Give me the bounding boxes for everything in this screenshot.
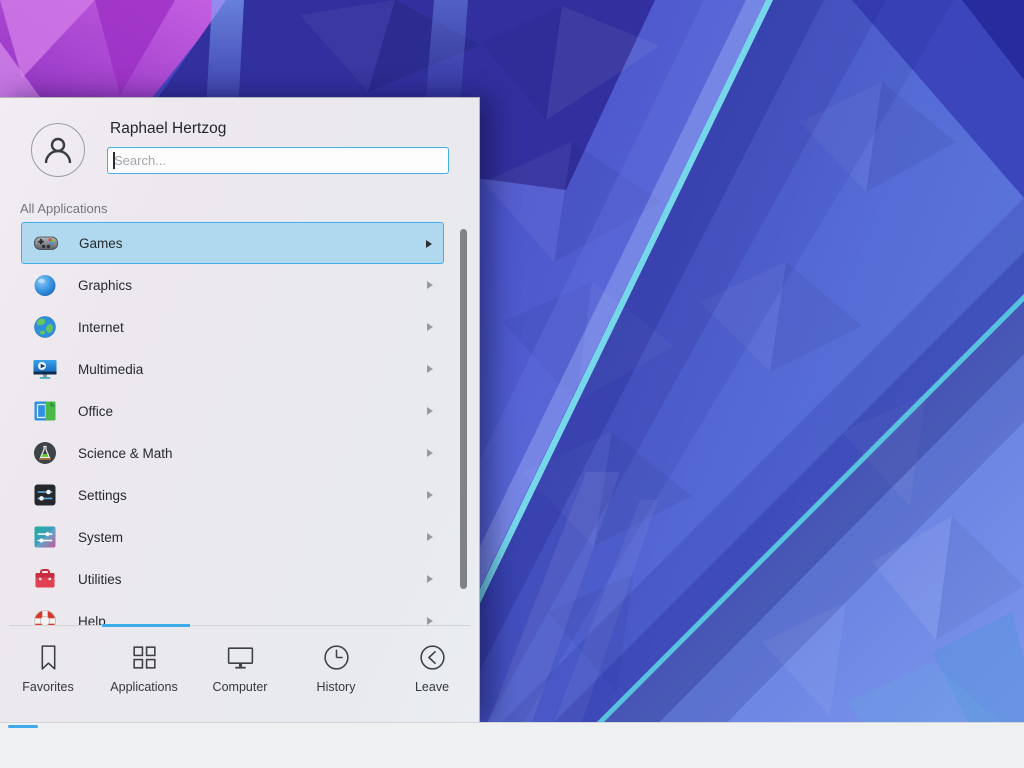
menu-item-internet[interactable]: Internet: [21, 306, 444, 348]
submenu-arrow-icon: [427, 365, 433, 373]
search-input[interactable]: [107, 147, 449, 174]
help-icon: [32, 608, 58, 625]
category-list: Games Graphics: [0, 222, 480, 625]
section-label: All Applications: [20, 201, 107, 216]
tab-label: Favorites: [22, 680, 73, 694]
tab-applications[interactable]: Applications: [96, 630, 192, 722]
tab-label: Applications: [110, 680, 177, 694]
menu-item-label: Internet: [78, 320, 124, 335]
tab-history[interactable]: History: [288, 630, 384, 722]
menu-item-label: Office: [78, 404, 113, 419]
menu-item-label: Settings: [78, 488, 127, 503]
menu-item-help[interactable]: Help: [21, 600, 444, 625]
taskbar-panel: ES 7:03 PM 4/24/21: [0, 722, 1024, 768]
menu-item-label: Games: [79, 236, 123, 251]
menu-item-utilities[interactable]: Utilities: [21, 558, 444, 600]
settings-icon: [32, 482, 58, 508]
menu-item-label: Graphics: [78, 278, 132, 293]
menu-item-label: Utilities: [78, 572, 122, 587]
submenu-arrow-icon: [427, 617, 433, 625]
list-scrollbar[interactable]: [460, 229, 467, 589]
submenu-arrow-icon: [427, 323, 433, 331]
tab-label: Computer: [213, 680, 268, 694]
tabbar-divider: [9, 625, 470, 626]
submenu-arrow-icon: [427, 533, 433, 541]
tab-label: Leave: [415, 680, 449, 694]
submenu-arrow-icon: [427, 281, 433, 289]
games-icon: [33, 230, 59, 256]
menu-item-games[interactable]: Games: [21, 222, 444, 264]
menu-item-multimedia[interactable]: Multimedia: [21, 348, 444, 390]
submenu-arrow-icon: [427, 575, 433, 583]
menu-item-label: Multimedia: [78, 362, 143, 377]
desktop: Raphael Hertzog All Applications: [0, 0, 1024, 768]
user-icon: [41, 133, 75, 167]
history-icon: [321, 642, 352, 673]
computer-icon: [225, 642, 256, 673]
submenu-arrow-icon: [426, 240, 432, 248]
menu-item-graphics[interactable]: Graphics: [21, 264, 444, 306]
submenu-arrow-icon: [427, 407, 433, 415]
graphics-icon: [32, 272, 58, 298]
office-icon: [32, 398, 58, 424]
user-avatar[interactable]: [31, 123, 85, 177]
utilities-icon: [32, 566, 58, 592]
tab-favorites[interactable]: Favorites: [0, 630, 96, 722]
science-icon: [32, 440, 58, 466]
user-name: Raphael Hertzog: [110, 120, 226, 138]
menu-item-system[interactable]: System: [21, 516, 444, 558]
launcher-tabbar: Favorites Applications Computer: [0, 630, 480, 722]
menu-item-science-math[interactable]: Science & Math: [21, 432, 444, 474]
tab-computer[interactable]: Computer: [192, 630, 288, 722]
leave-icon: [417, 642, 448, 673]
menu-item-office[interactable]: Office: [21, 390, 444, 432]
favorites-icon: [33, 642, 64, 673]
tab-leave[interactable]: Leave: [384, 630, 480, 722]
tab-label: History: [317, 680, 356, 694]
menu-item-label: Science & Math: [78, 446, 173, 461]
active-tab-indicator: [102, 624, 190, 627]
active-task-indicator: [8, 725, 38, 728]
internet-icon: [32, 314, 58, 340]
submenu-arrow-icon: [427, 449, 433, 457]
text-caret: [113, 152, 115, 169]
menu-item-label: System: [78, 530, 123, 545]
application-launcher-menu: Raphael Hertzog All Applications: [0, 97, 480, 722]
submenu-arrow-icon: [427, 491, 433, 499]
multimedia-icon: [32, 356, 58, 382]
system-icon: [32, 524, 58, 550]
applications-icon: [129, 642, 160, 673]
menu-item-settings[interactable]: Settings: [21, 474, 444, 516]
